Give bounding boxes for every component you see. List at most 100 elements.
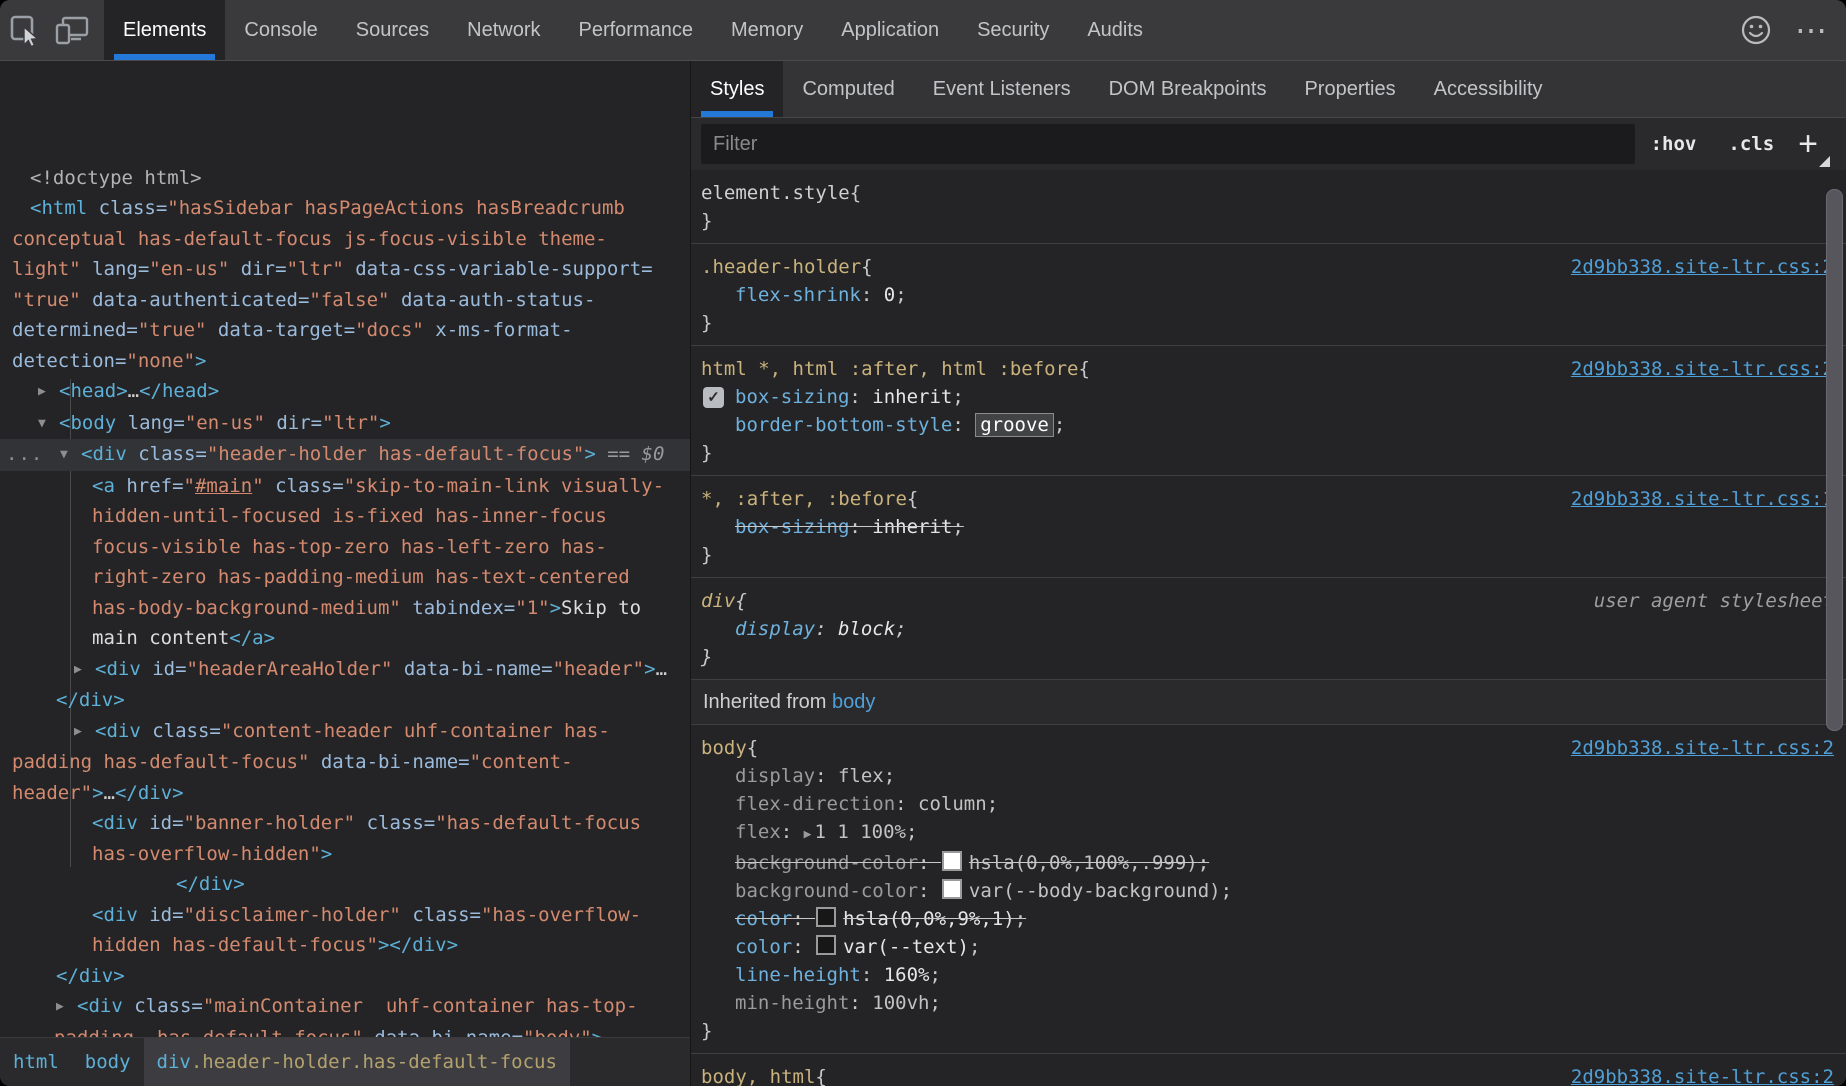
property-name[interactable]: box-sizing [735, 386, 849, 408]
dom-tree-node[interactable]: ▶<head>…</head> [0, 376, 690, 408]
breadcrumb-item-div[interactable]: div.header-holder.has-default-focus [144, 1038, 570, 1086]
stylesheet-link[interactable]: 2d9bb338.site-ltr.css:2 [1571, 734, 1834, 762]
tab-security[interactable]: Security [958, 0, 1068, 60]
property-value[interactable]: var(--body-background) [969, 880, 1221, 902]
sidebar-tab-computed[interactable]: Computed [783, 61, 913, 117]
tab-elements[interactable]: Elements [104, 0, 225, 60]
tab-audits[interactable]: Audits [1068, 0, 1162, 60]
dom-tree-node[interactable]: padding has-default-focus" data-bi-name=… [0, 1023, 690, 1038]
property-name[interactable]: background-color [735, 852, 918, 874]
property-name[interactable]: min-height [735, 992, 849, 1014]
disclosure-triangle-icon[interactable]: ▶ [74, 655, 95, 686]
toggle-class-button[interactable]: .cls [1712, 133, 1790, 155]
rule-selector[interactable]: element.style [701, 179, 850, 207]
dom-tree-node[interactable]: focus-visible has-top-zero has-left-zero… [0, 532, 690, 563]
dom-tree-node[interactable]: ...▼<div class="header-holder has-defaul… [0, 439, 690, 471]
property-value[interactable]: flex [838, 765, 884, 787]
dom-tree-node[interactable]: <div id="disclaimer-holder" class="has-o… [0, 900, 690, 931]
css-declaration[interactable]: color: hsla(0,0%,9%,1); [701, 905, 1834, 933]
dom-tree-node[interactable]: ▼<body lang="en-us" dir="ltr"> [0, 408, 690, 440]
css-declaration[interactable]: background-color: hsla(0,0%,100%,.999); [701, 849, 1834, 877]
property-name[interactable]: background-color [735, 880, 918, 902]
property-value[interactable]: block [838, 618, 895, 640]
color-swatch[interactable] [816, 935, 836, 955]
property-name[interactable]: flex [735, 821, 781, 843]
breadcrumb-item-body[interactable]: body [72, 1038, 144, 1086]
feedback-smiley-icon[interactable] [1728, 0, 1784, 60]
property-value[interactable]: 100vh [872, 992, 929, 1014]
tab-performance[interactable]: Performance [560, 0, 713, 60]
css-declaration[interactable]: line-height: 160%; [701, 961, 1834, 989]
property-value[interactable]: 1 1 100% [814, 821, 906, 843]
property-value[interactable]: column [918, 793, 987, 815]
dom-tree-node[interactable]: conceptual has-default-focus js-focus-vi… [0, 224, 690, 255]
dom-tree-node[interactable]: <div id="banner-holder" class="has-defau… [0, 808, 690, 839]
dom-tree-node[interactable]: </div> [0, 685, 690, 716]
css-declaration[interactable]: color: var(--text); [701, 933, 1834, 961]
css-declaration[interactable]: box-sizing: inherit; [701, 513, 1834, 541]
property-value[interactable]: inherit [872, 516, 952, 538]
css-declaration[interactable]: flex-direction: column; [701, 790, 1834, 818]
disclosure-triangle-icon[interactable]: ▶ [56, 992, 77, 1023]
dom-tree-node[interactable]: </div> [0, 869, 690, 900]
css-declaration[interactable]: flex-shrink: 0; [701, 281, 1834, 309]
property-value[interactable]: 160% [884, 964, 930, 986]
dom-tree-node[interactable]: padding has-default-focus" data-bi-name=… [0, 747, 690, 778]
stylesheet-link[interactable]: 2d9bb338.site-ltr.css:2 [1571, 1063, 1834, 1086]
property-value[interactable]: var(--text) [843, 936, 969, 958]
inspect-element-icon[interactable] [0, 0, 48, 60]
new-style-rule-button[interactable]: + [1790, 129, 1836, 159]
tab-application[interactable]: Application [822, 0, 958, 60]
tab-memory[interactable]: Memory [712, 0, 822, 60]
property-name[interactable]: line-height [735, 964, 861, 986]
property-name[interactable]: flex-direction [735, 793, 895, 815]
device-toolbar-icon[interactable] [48, 0, 96, 60]
sidebar-tab-dom-breakpoints[interactable]: DOM Breakpoints [1090, 61, 1286, 117]
tab-console[interactable]: Console [225, 0, 336, 60]
property-name[interactable]: color [735, 908, 792, 930]
css-declaration[interactable]: flex: ▶1 1 100%; [701, 818, 1834, 849]
rule-selector[interactable]: *, :after, :before [701, 485, 907, 513]
tab-sources[interactable]: Sources [337, 0, 448, 60]
expand-shorthand-icon[interactable]: ▶ [804, 827, 812, 842]
more-options-icon[interactable]: ⋯ [1784, 0, 1840, 60]
css-declaration[interactable]: border-bottom-style: groove; [701, 411, 1834, 439]
dom-tree-node[interactable]: header">…</div> [0, 778, 690, 809]
inherited-target-link[interactable]: body [832, 691, 875, 713]
property-value[interactable]: inherit [872, 386, 952, 408]
styles-filter-input[interactable] [701, 124, 1635, 164]
sidebar-tab-styles[interactable]: Styles [691, 61, 783, 117]
dom-tree-node[interactable]: <html class="hasSidebar hasPageActions h… [0, 193, 690, 224]
stylesheet-link[interactable]: 2d9bb338.site-ltr.css:1 [1571, 485, 1834, 513]
disclosure-triangle-icon[interactable]: ▼ [60, 440, 81, 471]
property-name[interactable]: box-sizing [735, 516, 849, 538]
property-name[interactable]: display [735, 765, 815, 787]
css-declaration[interactable]: background-color: var(--body-background)… [701, 877, 1834, 905]
property-name[interactable]: display [735, 618, 815, 640]
color-swatch[interactable] [942, 879, 962, 899]
property-name[interactable]: border-bottom-style [735, 414, 952, 436]
stylesheet-link[interactable]: 2d9bb338.site-ltr.css:2 [1571, 253, 1834, 281]
property-value[interactable]: 0 [884, 284, 895, 306]
sidebar-tab-accessibility[interactable]: Accessibility [1415, 61, 1562, 117]
toggle-pseudo-state-button[interactable]: :hov [1635, 133, 1713, 155]
dom-tree-node[interactable]: has-overflow-hidden"> [0, 839, 690, 870]
sidebar-tab-properties[interactable]: Properties [1285, 61, 1414, 117]
rule-selector[interactable]: body [701, 734, 747, 762]
dom-tree-node[interactable]: determined="true" data-target="docs" x-m… [0, 315, 690, 346]
color-swatch[interactable] [816, 907, 836, 927]
css-declaration[interactable]: min-height: 100vh; [701, 989, 1834, 1017]
disclosure-triangle-icon[interactable]: ▶ [38, 377, 59, 408]
disclosure-triangle-icon[interactable]: ▶ [74, 717, 95, 748]
dom-tree-node[interactable]: right-zero has-padding-medium has-text-c… [0, 562, 690, 593]
color-swatch[interactable] [942, 851, 962, 871]
dom-tree-node[interactable]: hidden-until-focused is-fixed has-inner-… [0, 501, 690, 532]
css-declaration[interactable]: ✓box-sizing: inherit; [701, 383, 1834, 411]
dom-tree-node[interactable]: "true" data-authenticated="false" data-a… [0, 285, 690, 316]
rule-selector[interactable]: div [701, 587, 735, 615]
rule-selector[interactable]: body, html [701, 1063, 815, 1086]
sidebar-tab-event-listeners[interactable]: Event Listeners [914, 61, 1090, 117]
dom-tree-node[interactable]: ▶<div class="content-header uhf-containe… [0, 716, 690, 748]
disclosure-triangle-icon[interactable]: ▼ [38, 409, 59, 440]
dom-tree-node[interactable]: </div> [0, 961, 690, 992]
